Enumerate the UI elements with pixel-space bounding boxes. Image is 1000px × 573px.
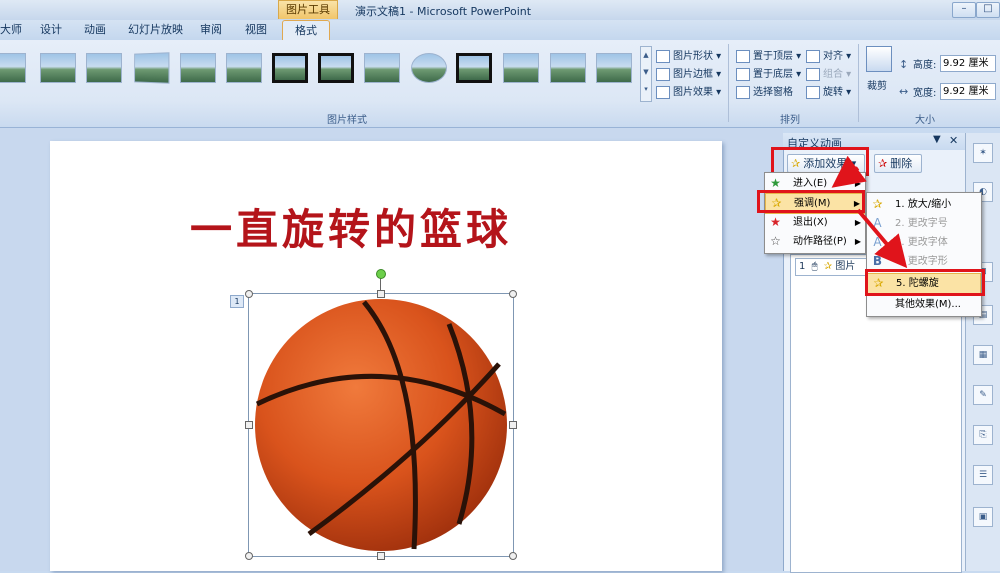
annotation-arrows bbox=[831, 155, 908, 269]
annotation-arrow bbox=[856, 208, 908, 269]
annotation-arrow bbox=[831, 155, 867, 188]
